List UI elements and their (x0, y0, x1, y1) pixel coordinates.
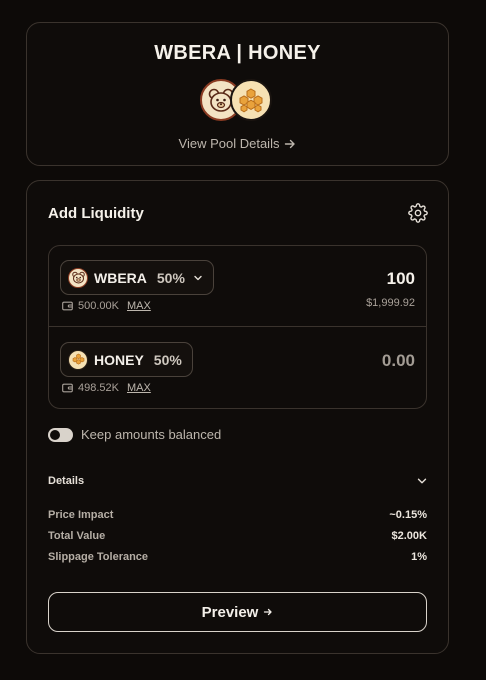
detail-row-total-value: Total Value $2.00K (48, 530, 427, 542)
detail-value: $2.00K (391, 530, 427, 542)
token-inputs-box: WBERA 50% 500.00K MAX 100 $1,999.92 HONE… (48, 245, 427, 409)
pool-title: WBERA | HONEY (154, 42, 321, 64)
add-liquidity-card: Add Liquidity WBERA 50% 500.00K MAX 100 … (26, 180, 449, 654)
gear-icon (408, 203, 428, 223)
detail-label: Price Impact (48, 509, 114, 521)
keep-balanced-row: Keep amounts balanced (48, 427, 221, 442)
arrow-right-icon (264, 608, 273, 616)
arrow-right-icon (285, 139, 296, 148)
wbera-weight: 50% (156, 269, 185, 286)
wbera-balance-value: 500.00K (78, 300, 119, 312)
wbera-amount-input[interactable]: 100 (387, 269, 415, 289)
bear-icon (68, 267, 88, 288)
chevron-down-icon (417, 478, 427, 484)
honey-amount-input[interactable]: 0.00 (382, 351, 415, 371)
chevron-down-icon (193, 273, 203, 283)
honey-token-icon (229, 79, 272, 121)
wbera-symbol: WBERA (94, 269, 147, 286)
honey-balance: 498.52K MAX (62, 382, 151, 394)
keep-balanced-label: Keep amounts balanced (81, 427, 222, 442)
toggle-knob (50, 429, 60, 440)
wallet-icon (62, 301, 73, 311)
wbera-balance: 500.00K MAX (62, 300, 151, 312)
honeycomb-icon (239, 88, 262, 113)
pool-card: WBERA | HONEY View Pool Details (26, 22, 449, 166)
honey-symbol: HONEY (94, 351, 144, 368)
wallet-icon (62, 383, 73, 393)
detail-label: Slippage Tolerance (48, 551, 149, 563)
wbera-usd-value: $1,999.92 (366, 297, 415, 309)
view-pool-details-link[interactable]: View Pool Details (179, 136, 297, 151)
preview-button[interactable]: Preview (48, 592, 427, 632)
honey-balance-value: 498.52K (78, 382, 119, 394)
details-header[interactable]: Details (48, 475, 428, 487)
add-liquidity-title: Add Liquidity (48, 204, 144, 222)
detail-value: ~0.15% (389, 509, 427, 521)
token-input-row-honey: HONEY 50% 498.52K MAX 0.00 (49, 328, 426, 409)
honey-token-selector[interactable]: HONEY 50% (60, 342, 193, 377)
preview-label: Preview (201, 603, 259, 621)
details-title: Details (48, 475, 85, 487)
detail-row-price-impact: Price Impact ~0.15% (48, 509, 427, 521)
honey-max-button[interactable]: MAX (127, 382, 151, 394)
detail-row-slippage: Slippage Tolerance 1% (48, 551, 427, 563)
wbera-token-selector[interactable]: WBERA 50% (60, 260, 214, 295)
settings-button[interactable] (408, 203, 428, 223)
detail-value: 1% (411, 551, 427, 563)
token-input-row-wbera: WBERA 50% 500.00K MAX 100 $1,999.92 (49, 246, 426, 327)
detail-label: Total Value (48, 530, 106, 542)
honeycomb-icon (68, 349, 88, 370)
honey-weight: 50% (153, 351, 182, 368)
keep-balanced-toggle[interactable] (48, 427, 73, 442)
view-pool-details-label: View Pool Details (178, 136, 280, 151)
add-liquidity-header: Add Liquidity (48, 203, 428, 223)
pool-token-icons (199, 79, 276, 123)
wbera-max-button[interactable]: MAX (127, 300, 151, 312)
